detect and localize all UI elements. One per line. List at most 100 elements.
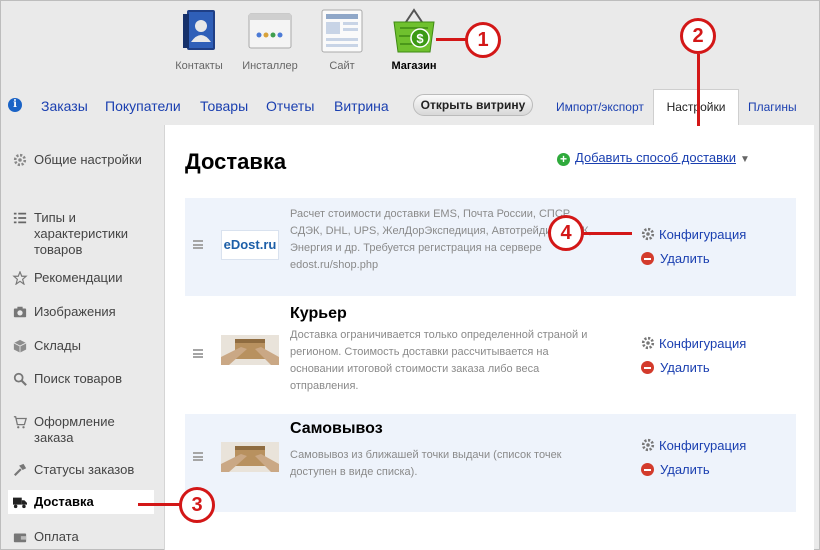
cart-icon	[13, 416, 27, 429]
nav-import-export[interactable]: Импорт/экспорт	[556, 100, 644, 114]
tab-settings[interactable]: Настройки	[653, 89, 739, 126]
method-name: Курьер	[290, 305, 347, 322]
delete-icon	[641, 463, 654, 476]
sidebar-item-label: Оплата	[34, 529, 79, 544]
nav-plugins[interactable]: Плагины	[748, 100, 797, 114]
sidebar-item-warehouses[interactable]: Склады	[12, 338, 157, 354]
box-icon	[13, 339, 27, 353]
contacts-icon	[175, 8, 223, 56]
sidebar-item-general[interactable]: Общие настройки	[12, 152, 157, 168]
courier-photo	[221, 335, 279, 365]
method-name: Самовывоз	[290, 420, 383, 437]
desc-line: регионом. Стоимость доставки рассчитывае…	[290, 346, 549, 358]
sidebar-item-search[interactable]: Поиск товаров	[12, 371, 157, 387]
delete-label: Удалить	[660, 462, 710, 477]
delete-icon	[641, 252, 654, 265]
app-installer[interactable]: Инсталлер	[234, 8, 306, 72]
site-icon	[318, 8, 366, 56]
desc-line: отправления.	[290, 380, 359, 392]
installer-icon	[246, 8, 294, 56]
page-title: Доставка	[185, 149, 287, 174]
chevron-down-icon[interactable]: ▼	[740, 154, 750, 165]
sidebar-item-label: Склады	[34, 338, 81, 353]
nav-customers[interactable]: Покупатели	[105, 98, 181, 114]
settings-sidebar: Общие настройки Типы и характеристики то…	[0, 128, 164, 550]
sidebar-item-order-statuses[interactable]: Статусы заказов	[12, 462, 157, 478]
delivery-method-row: Самовывоз Самовывоз из ближашей точки вы…	[185, 414, 796, 512]
configure-link[interactable]: Конфигурация	[641, 336, 746, 351]
desc-line: доступен в виде списка).	[290, 466, 418, 478]
nav-reports[interactable]: Отчеты	[266, 98, 314, 114]
callout-2: 2	[680, 18, 716, 54]
star-icon	[12, 271, 28, 285]
app-contacts[interactable]: Контакты	[163, 8, 235, 72]
delete-label: Удалить	[660, 360, 710, 375]
plus-icon: +	[557, 153, 570, 166]
configure-link[interactable]: Конфигурация	[641, 227, 746, 242]
drag-handle-icon[interactable]	[193, 452, 203, 461]
app-label: Инсталлер	[242, 60, 298, 72]
drag-handle-icon[interactable]	[193, 349, 203, 358]
delete-icon	[641, 361, 654, 374]
add-delivery-method-button[interactable]: + Добавить способ доставки ▼	[557, 150, 750, 166]
callout-3: 3	[179, 487, 215, 523]
delete-link[interactable]: Удалить	[641, 251, 710, 266]
sidebar-item-label: Типы и характеристики товаров	[34, 210, 129, 257]
pickup-photo	[221, 442, 279, 472]
delete-link[interactable]: Удалить	[641, 462, 710, 477]
delete-link[interactable]: Удалить	[641, 360, 710, 375]
info-icon[interactable]: i	[8, 98, 22, 112]
main-panel: Доставка + Добавить способ доставки ▼ eDos…	[164, 125, 814, 550]
method-description: Самовывоз из ближашей точки выдачи (спис…	[290, 447, 625, 481]
nav-products[interactable]: Товары	[200, 98, 248, 114]
sidebar-item-label: Изображения	[34, 304, 116, 319]
sidebar-item-label: Общие настройки	[34, 152, 142, 167]
sidebar-item-payment[interactable]: Оплата	[12, 529, 157, 545]
sidebar-item-types[interactable]: Типы и характеристики товаров	[12, 210, 157, 258]
sidebar-item-checkout[interactable]: Оформление заказа	[12, 414, 157, 446]
nav-orders[interactable]: Заказы	[41, 98, 88, 114]
gear-icon	[641, 336, 655, 350]
sidebar-item-delivery[interactable]: Доставка	[8, 490, 154, 514]
configure-link[interactable]: Конфигурация	[641, 438, 746, 453]
gear-icon	[641, 438, 655, 452]
method-logo: eDost.ru	[221, 230, 279, 260]
app-label: Сайт	[329, 60, 355, 72]
delivery-method-row: eDost.ru Расчет стоимости доставки EMS, …	[185, 198, 796, 296]
gear-icon	[641, 227, 655, 241]
app-label: Контакты	[175, 60, 223, 72]
nav-storefront[interactable]: Витрина	[334, 98, 389, 114]
delivery-method-row: Курьер Доставка ограничивается только оп…	[185, 299, 796, 397]
drag-handle-icon[interactable]	[193, 240, 203, 249]
sidebar-item-label: Доставка	[34, 494, 94, 509]
gear-icon	[13, 153, 27, 167]
method-photo	[221, 335, 279, 365]
desc-line: edost.ru/shop.php	[290, 259, 379, 271]
callout-line	[138, 503, 184, 506]
open-storefront-button[interactable]: Открыть витрину	[413, 94, 533, 116]
search-icon	[13, 372, 27, 386]
truck-icon	[13, 497, 27, 509]
configure-label: Конфигурация	[659, 438, 747, 453]
configure-label: Конфигурация	[659, 227, 747, 242]
sidebar-item-images[interactable]: Изображения	[12, 304, 157, 320]
method-photo	[221, 442, 279, 472]
sidebar-item-label: Статусы заказов	[34, 462, 135, 477]
sidebar-item-label: Поиск товаров	[34, 371, 123, 386]
edost-logo: eDost.ru	[221, 230, 279, 260]
delete-label: Удалить	[660, 251, 710, 266]
hammer-icon	[13, 463, 27, 477]
desc-line: Доставка ограничивается только определен…	[290, 329, 588, 341]
desc-line: основании итоговой стоимости заказа либо…	[290, 363, 540, 375]
callout-1: 1	[465, 22, 501, 58]
callout-line	[697, 54, 700, 126]
sidebar-item-recommendations[interactable]: Рекомендации	[12, 270, 157, 286]
sidebar-item-label: Рекомендации	[34, 270, 123, 285]
shop-icon: $	[390, 8, 438, 56]
app-site[interactable]: Сайт	[306, 8, 378, 72]
camera-icon	[13, 306, 27, 318]
logo-text: eDost.ru	[223, 237, 277, 252]
wallet-icon	[13, 533, 27, 543]
callout-line	[436, 38, 468, 41]
add-delivery-method-label: Добавить способ доставки	[575, 150, 736, 165]
